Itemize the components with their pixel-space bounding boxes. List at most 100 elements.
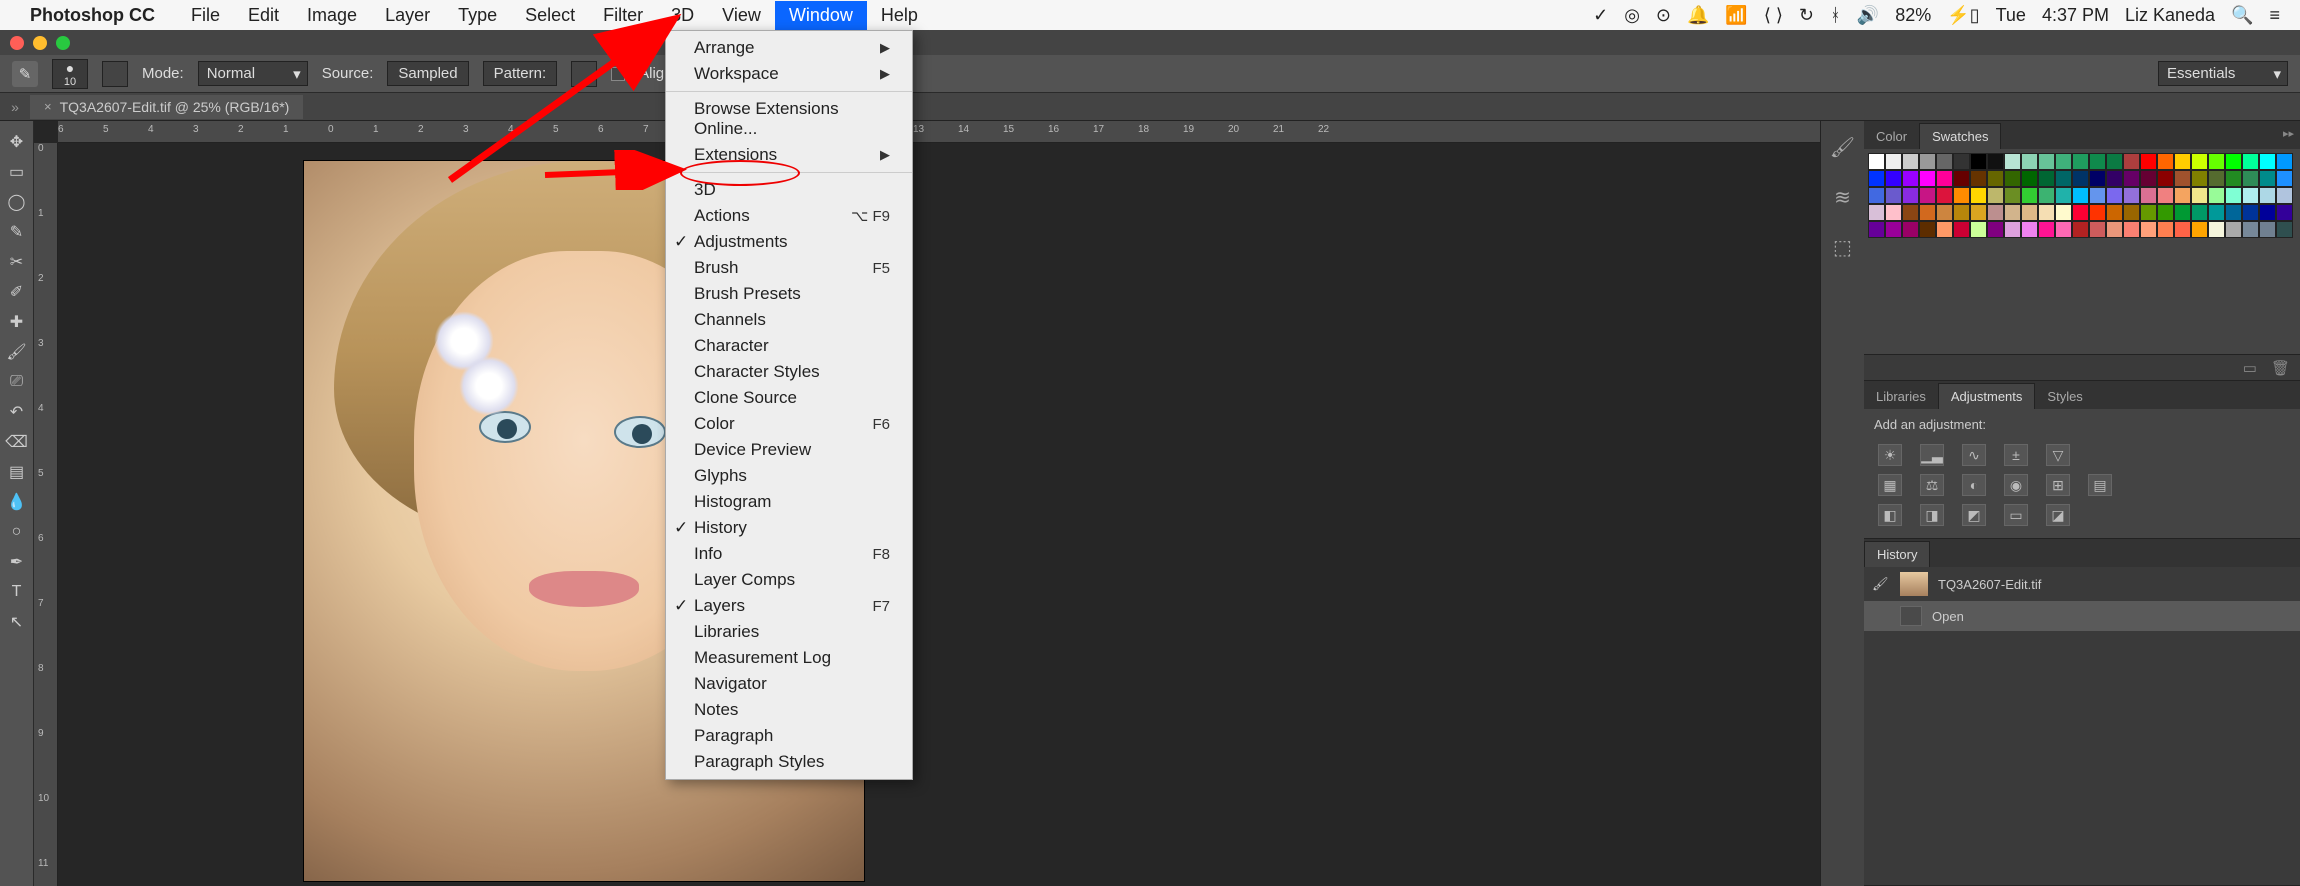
history-snapshot-row[interactable]: 🖌 TQ3A2607-Edit.tif — [1864, 567, 2300, 601]
swatch[interactable] — [2208, 187, 2225, 204]
bluetooth-icon[interactable]: ᚼ — [1830, 5, 1841, 26]
exposure-icon[interactable]: ± — [2004, 444, 2028, 466]
wifi-icon[interactable]: 📶 — [1725, 5, 1747, 26]
code-icon[interactable]: ⟨ ⟩ — [1764, 5, 1783, 26]
posterize-icon[interactable]: ◨ — [1920, 504, 1944, 526]
horizontal-ruler[interactable]: 6543210123456789101112131415161718192021… — [58, 121, 1820, 143]
swatch[interactable] — [1919, 204, 1936, 221]
swatch[interactable] — [2123, 204, 2140, 221]
workspace-switcher[interactable]: Essentials — [2158, 61, 2288, 86]
swatch[interactable] — [2055, 187, 2072, 204]
menu-layer[interactable]: Layer — [371, 1, 444, 30]
libraries-panel-tab[interactable]: Libraries — [1864, 384, 1938, 409]
swatch[interactable] — [1902, 221, 1919, 238]
menu-image[interactable]: Image — [293, 1, 371, 30]
swatch[interactable] — [2174, 187, 2191, 204]
swatch[interactable] — [2089, 187, 2106, 204]
swatch[interactable] — [1953, 170, 1970, 187]
swatch[interactable] — [1868, 170, 1885, 187]
new-swatch-icon[interactable]: ▭ — [2243, 359, 2257, 377]
gradient-tool[interactable]: ▤ — [2, 457, 32, 487]
swatch[interactable] — [2140, 153, 2157, 170]
swatch[interactable] — [2191, 187, 2208, 204]
swatch[interactable] — [2021, 153, 2038, 170]
close-window-button[interactable] — [10, 36, 24, 50]
expand-tabs-button[interactable]: » — [0, 99, 30, 115]
styles-panel-tab[interactable]: Styles — [2035, 384, 2094, 409]
dodge-tool[interactable]: ○ — [2, 517, 32, 547]
swatch[interactable] — [2004, 170, 2021, 187]
vibrance-icon[interactable]: ▽ — [2046, 444, 2070, 466]
swatch[interactable] — [2106, 221, 2123, 238]
window-menu-item[interactable]: Navigator — [666, 671, 912, 697]
swatch[interactable] — [1919, 170, 1936, 187]
swatch[interactable] — [1987, 170, 2004, 187]
window-menu-item[interactable]: InfoF8 — [666, 541, 912, 567]
swatch[interactable] — [1885, 187, 1902, 204]
minimize-window-button[interactable] — [33, 36, 47, 50]
collapse-panel-icon[interactable]: ▸▸ — [2283, 127, 2294, 140]
swatch[interactable] — [1919, 221, 1936, 238]
swatch[interactable] — [2191, 170, 2208, 187]
window-menu-item[interactable]: Actions⌥ F9 — [666, 203, 912, 229]
swatch[interactable] — [2140, 221, 2157, 238]
swatch[interactable] — [1902, 187, 1919, 204]
sync-icon[interactable]: ⊙ — [1656, 5, 1671, 26]
window-menu-item[interactable]: Arrange▶ — [666, 35, 912, 61]
volume-icon[interactable]: 🔊 — [1857, 5, 1879, 26]
swatch[interactable] — [1987, 187, 2004, 204]
channel-mixer-icon[interactable]: ⊞ — [2046, 474, 2070, 496]
swatch[interactable] — [1919, 187, 1936, 204]
marquee-tool[interactable]: ▭ — [2, 157, 32, 187]
swatch[interactable] — [1936, 204, 1953, 221]
window-menu-item[interactable]: Notes — [666, 697, 912, 723]
swatch[interactable] — [1987, 204, 2004, 221]
levels-icon[interactable]: ▁▃ — [1920, 444, 1944, 466]
window-menu-item[interactable]: Workspace▶ — [666, 61, 912, 87]
source-sampled-button[interactable]: Sampled — [387, 61, 468, 86]
checkmark-icon[interactable]: ✓ — [1593, 5, 1608, 26]
hue-sat-icon[interactable]: ▦ — [1878, 474, 1902, 496]
swatch[interactable] — [1885, 153, 1902, 170]
brush-presets-panel-icon[interactable]: ≋ — [1829, 183, 1857, 211]
mode-dropdown[interactable]: Normal — [198, 61, 308, 86]
window-menu-item[interactable]: ✓History — [666, 515, 912, 541]
swatch[interactable] — [1936, 187, 1953, 204]
swatch[interactable] — [2225, 221, 2242, 238]
gradient-map-icon[interactable]: ▭ — [2004, 504, 2028, 526]
swatch[interactable] — [1902, 204, 1919, 221]
swatch[interactable] — [1868, 221, 1885, 238]
document-tab[interactable]: × TQ3A2607-Edit.tif @ 25% (RGB/16*) — [30, 95, 303, 119]
swatch[interactable] — [1902, 153, 1919, 170]
aligned-checkbox[interactable] — [611, 67, 625, 81]
swatch[interactable] — [2055, 204, 2072, 221]
swatch[interactable] — [2140, 187, 2157, 204]
threshold-icon[interactable]: ◩ — [1962, 504, 1986, 526]
bw-icon[interactable]: ◐ — [1962, 474, 1986, 496]
swatch[interactable] — [2004, 187, 2021, 204]
swatch[interactable] — [2072, 221, 2089, 238]
swatch[interactable] — [2123, 153, 2140, 170]
menu-window[interactable]: Window — [775, 1, 867, 30]
swatch[interactable] — [1885, 221, 1902, 238]
history-panel-tab[interactable]: History — [1864, 541, 1930, 567]
swatch[interactable] — [1936, 170, 1953, 187]
swatch[interactable] — [1953, 187, 1970, 204]
vertical-ruler[interactable]: 01234567891011 — [34, 143, 58, 886]
menu-filter[interactable]: Filter — [589, 1, 657, 30]
swatch[interactable] — [2225, 187, 2242, 204]
quick-select-tool[interactable]: ✎ — [2, 217, 32, 247]
brush-preset-picker[interactable]: ● 10 — [52, 59, 88, 89]
healing-brush-icon[interactable]: ✎ — [12, 61, 38, 87]
swatch[interactable] — [2157, 221, 2174, 238]
swatch[interactable] — [2191, 204, 2208, 221]
blur-tool[interactable]: 💧 — [2, 487, 32, 517]
app-name[interactable]: Photoshop CC — [30, 5, 155, 26]
swatch[interactable] — [2225, 204, 2242, 221]
swatch[interactable] — [2259, 204, 2276, 221]
window-menu-item[interactable]: Brush Presets — [666, 281, 912, 307]
swatch[interactable] — [2242, 170, 2259, 187]
color-balance-icon[interactable]: ⚖ — [1920, 474, 1944, 496]
swatch[interactable] — [2225, 153, 2242, 170]
swatch[interactable] — [2004, 221, 2021, 238]
